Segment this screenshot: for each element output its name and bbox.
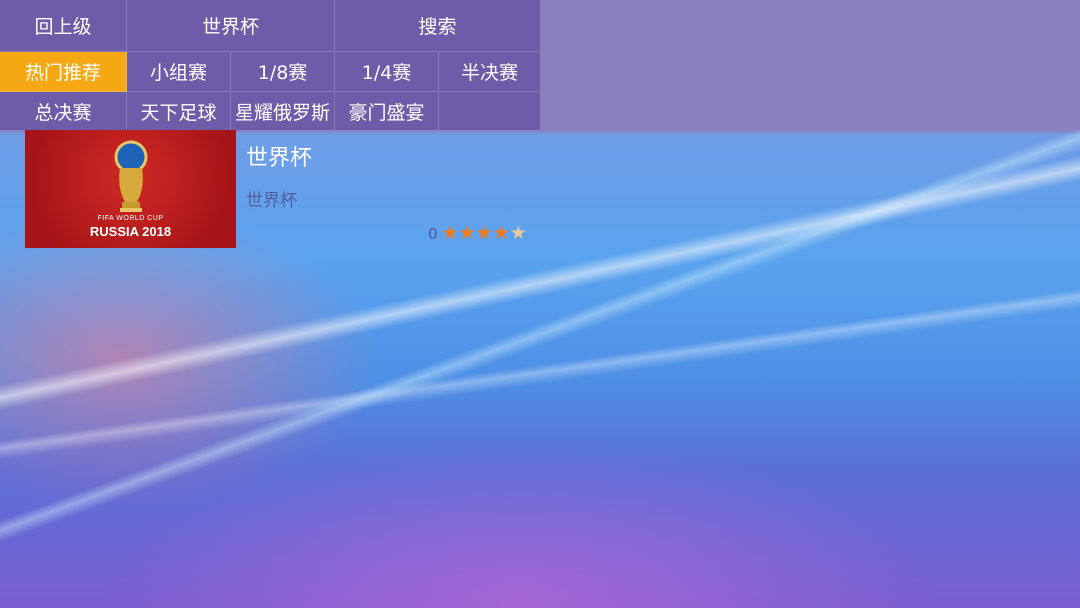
video-thumbnail[interactable]: FIFA WORLD CUP RUSSIA 2018	[25, 130, 236, 248]
section-title[interactable]: 世界杯	[127, 0, 335, 52]
star-filled-icon: ★	[492, 222, 510, 244]
item-subtitle: 世界杯	[246, 191, 297, 211]
tab-quarterfinal[interactable]: 1/4赛	[335, 52, 439, 92]
tab-final[interactable]: 总决赛	[0, 92, 127, 130]
tab-round-of-16[interactable]: 1/8赛	[231, 52, 335, 92]
poster-caption-main: RUSSIA 2018	[89, 224, 172, 239]
star-filled-icon: ★	[458, 222, 476, 244]
item-title: 世界杯	[246, 146, 313, 171]
category-menu: 回上级 世界杯 搜索 热门推荐 小组赛 1/8赛 1/4赛 半决赛 总决赛 天下…	[0, 0, 540, 130]
star-filled-icon: ★	[441, 222, 459, 244]
back-button[interactable]: 回上级	[0, 0, 127, 52]
tab-world-football[interactable]: 天下足球	[127, 92, 231, 130]
poster-caption-small: FIFA WORLD CUP	[97, 215, 164, 222]
tab-hot-recommend[interactable]: 热门推荐	[0, 52, 127, 92]
star-filled-icon: ★	[475, 222, 493, 244]
menu-row-3: 总决赛 天下足球 星耀俄罗斯 豪门盛宴	[0, 92, 540, 130]
tab-giant-feast[interactable]: 豪门盛宴	[335, 92, 439, 130]
tab-stars-russia[interactable]: 星耀俄罗斯	[231, 92, 335, 130]
rating: 0 ★★★★★	[428, 224, 527, 243]
star-empty-icon: ★	[509, 222, 527, 244]
star-rating: ★★★★★	[442, 224, 527, 243]
rating-score: 0	[428, 224, 438, 243]
menu-row-2: 热门推荐 小组赛 1/8赛 1/4赛 半决赛	[0, 52, 540, 92]
empty-cell	[439, 92, 540, 130]
search-button[interactable]: 搜索	[335, 0, 540, 52]
menu-row-top: 回上级 世界杯 搜索	[0, 0, 540, 52]
trophy-logo-icon	[114, 140, 148, 212]
tab-group-stage[interactable]: 小组赛	[127, 52, 231, 92]
tab-semifinal[interactable]: 半决赛	[439, 52, 540, 92]
